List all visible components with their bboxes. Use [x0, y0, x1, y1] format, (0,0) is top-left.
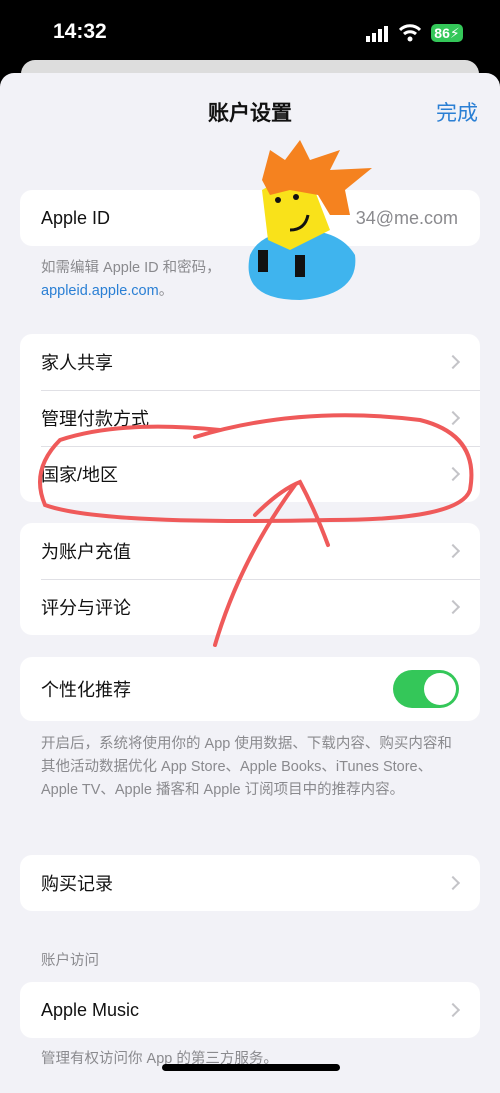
sticker-cartoon [248, 140, 372, 300]
home-indicator[interactable] [162, 1064, 340, 1071]
annotation-overlay [38, 140, 474, 647]
red-annotation [38, 413, 474, 647]
